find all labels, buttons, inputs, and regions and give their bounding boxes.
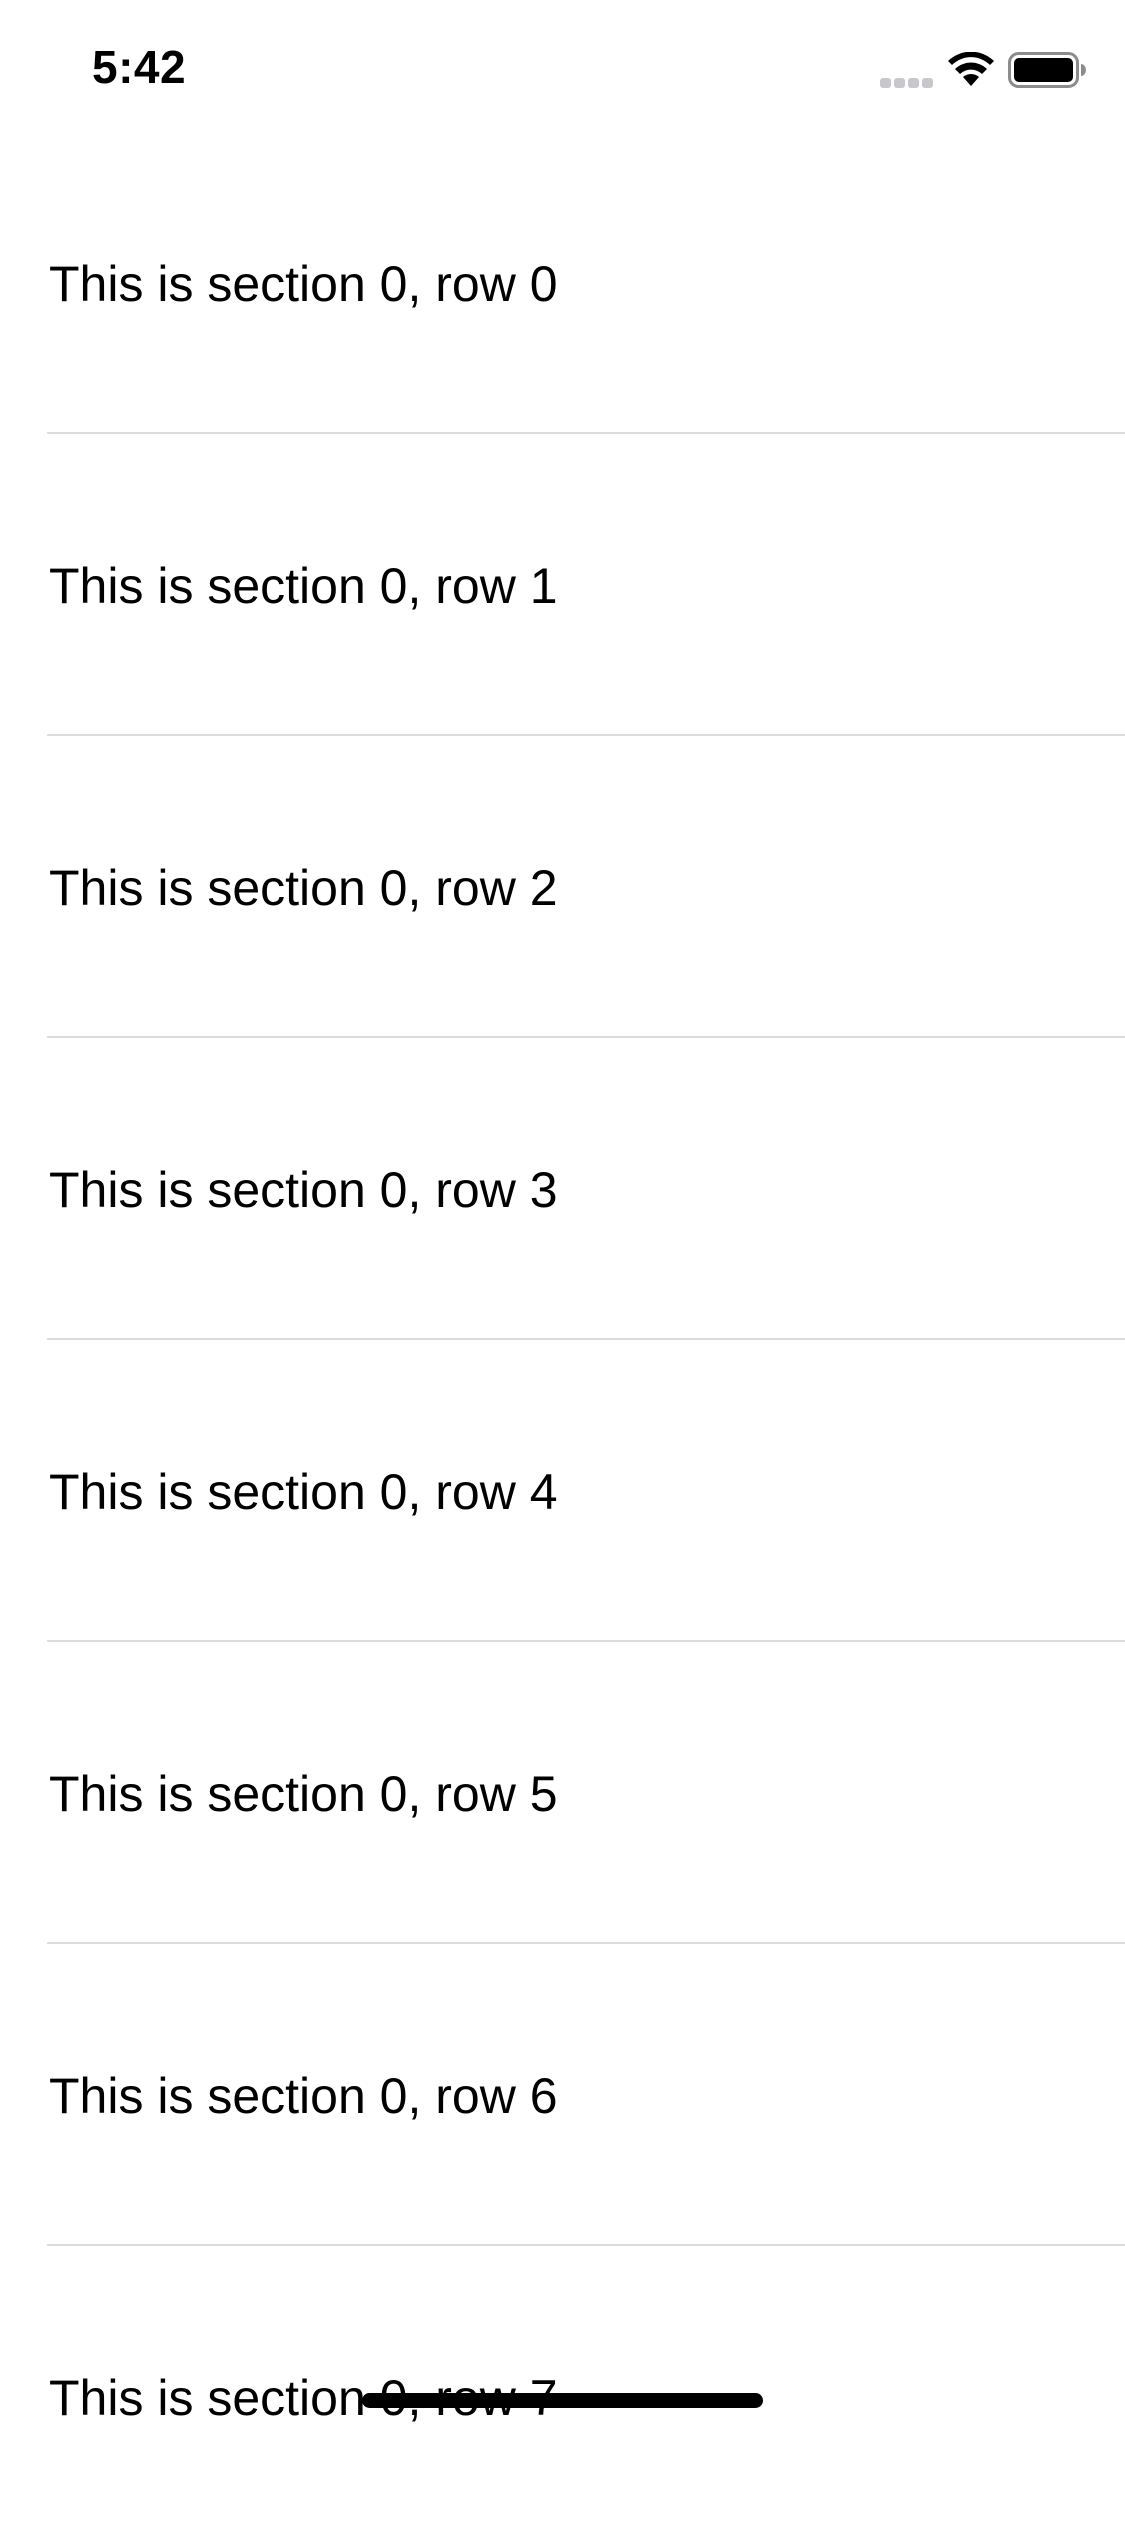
row-label: This is section 0, row 2 [49, 860, 558, 916]
table-row[interactable]: This is section 0, row 6 [0, 1944, 1125, 2246]
table-row[interactable]: This is section 0, row 1 [0, 434, 1125, 736]
table-row[interactable]: This is section 0, row 4 [0, 1340, 1125, 1642]
row-label: This is section 0, row 4 [49, 1464, 558, 1520]
cellular-signal-icon [880, 75, 936, 88]
row-label: This is section 0, row 1 [49, 558, 558, 614]
row-label: This is section 0, row 6 [49, 2068, 558, 2124]
table-row[interactable]: This is section 0, row 0 [0, 132, 1125, 434]
row-label: This is section 0, row 0 [49, 256, 558, 312]
row-label: This is section 0, row 5 [49, 1766, 558, 1822]
battery-icon [1008, 52, 1086, 88]
row-label: This is section 0, row 3 [49, 1162, 558, 1218]
home-indicator[interactable] [362, 2393, 763, 2408]
status-bar: 5:42 [0, 0, 1125, 132]
wifi-icon [948, 52, 994, 86]
table-row[interactable]: This is section 0, row 3 [0, 1038, 1125, 1340]
table-row[interactable]: This is section 0, row 2 [0, 736, 1125, 1038]
table-row[interactable]: This is section 0, row 5 [0, 1642, 1125, 1944]
table-view[interactable]: This is section 0, row 0 This is section… [0, 132, 1125, 2548]
status-time: 5:42 [92, 41, 187, 93]
